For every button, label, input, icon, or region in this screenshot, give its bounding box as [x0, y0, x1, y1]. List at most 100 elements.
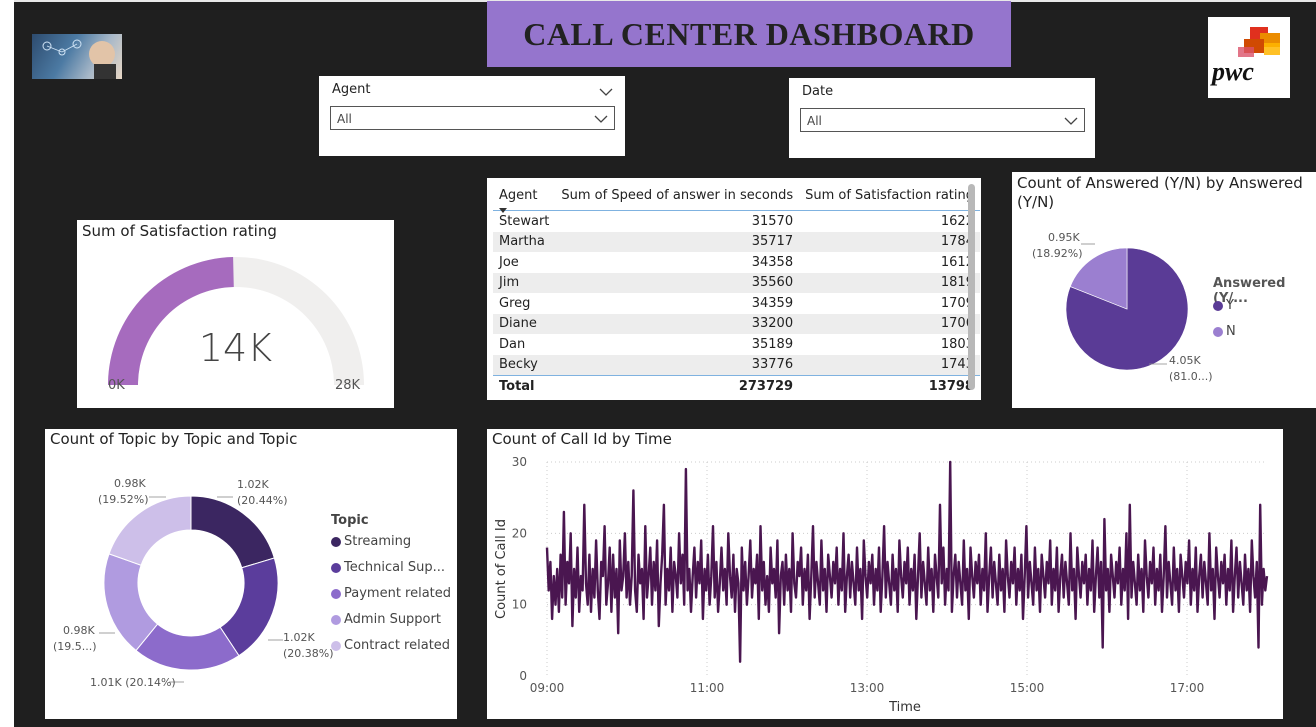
row-rating: 1706 [799, 313, 980, 334]
donut-label-5-value: 0.98K [114, 477, 146, 490]
date-dropdown-value: All [807, 114, 822, 128]
matrix-scrollbar[interactable] [968, 184, 975, 390]
legend-label-y: Y [1226, 298, 1234, 313]
row-agent: Dan [499, 336, 526, 352]
donut-label-4-pct: (19.5...) [53, 640, 97, 653]
donut-label-2-value: 1.02K [283, 631, 315, 644]
agent-dropdown-chevron-icon [594, 113, 608, 127]
dashboard-title: CALL CENTER DASHBOARD [523, 15, 975, 52]
calls-by-time-card[interactable]: Count of Call Id by Time 0 10 20 30 09:00 11… [487, 429, 1283, 719]
pie-y-pct-label: (81.0...) [1169, 370, 1213, 383]
donut-legend-item-contract-related[interactable]: Contract related [331, 638, 450, 653]
date-dropdown[interactable]: All [800, 108, 1085, 132]
x-tick-label: 09:00 [530, 681, 565, 695]
table-row: Becky 33776 1743 [493, 354, 980, 376]
legend-dot [331, 588, 341, 599]
agent-dropdown-value: All [337, 112, 352, 126]
x-tick-label: 11:00 [690, 681, 725, 695]
row-speed: 34358 [751, 254, 794, 270]
donut-label-3: 1.01K (20.14%) [90, 676, 176, 689]
row-rating: 1743 [799, 354, 980, 376]
gauge-min-label: 0K [108, 378, 125, 393]
line-x-axis-label: Time [888, 700, 921, 715]
legend-label: Contract related [344, 638, 451, 653]
x-tick-label: 15:00 [1010, 681, 1045, 695]
row-speed: 35560 [555, 272, 800, 293]
row-agent: Becky [493, 354, 556, 376]
donut-label-1-pct: (20.44%) [237, 494, 288, 507]
y-tick-label: 0 [519, 669, 527, 683]
legend-label-n: N [1226, 324, 1236, 339]
row-agent: Joe [499, 254, 519, 270]
legend-dot [331, 536, 341, 547]
call-center-thumbnail-image [32, 34, 122, 79]
matrix-header-agent[interactable]: Agent [493, 180, 555, 213]
row-agent: Jim [493, 272, 556, 293]
answered-pie-card[interactable]: Count of Answered (Y/N) by Answered (Y/N… [1012, 172, 1316, 408]
table-row: Stewart 31570 1622 [493, 211, 980, 232]
total-speed: 273729 [738, 378, 794, 394]
table-row: Greg 34359 1709 [493, 293, 980, 314]
row-agent: Greg [499, 295, 531, 311]
legend-label: Technical Sup... [344, 560, 445, 575]
matrix-header-rating[interactable]: Sum of Satisfaction rating [799, 180, 980, 211]
legend-dot [331, 562, 341, 573]
x-tick-label: 13:00 [850, 681, 885, 695]
agent-slicer-collapse-icon[interactable] [599, 82, 613, 101]
agent-slicer-label: Agent [332, 82, 371, 97]
thumbnail-art [42, 39, 116, 79]
legend-dot-y [1213, 300, 1223, 311]
row-agent: Diane [493, 313, 556, 334]
donut-legend-item-admin-support[interactable]: Admin Support [331, 612, 441, 627]
pwc-logo: pwc [1208, 17, 1290, 98]
sort-descending-icon[interactable] [499, 202, 507, 217]
table-row: Dan 35189 1803 [493, 334, 980, 355]
table-row: Diane 33200 1706 [493, 313, 980, 334]
topic-donut-card[interactable]: Count of Topic by Topic and Topic 1.02K … [45, 429, 457, 719]
donut-label-4-value: 0.98K [63, 624, 95, 637]
date-slicer-label: Date [802, 84, 834, 99]
donut-label-1-value: 1.02K [237, 478, 269, 491]
row-rating: 1784 [799, 231, 980, 252]
pie-legend-item-y[interactable]: Y [1213, 298, 1234, 313]
row-speed: 33200 [555, 313, 800, 334]
row-speed: 34359 [751, 295, 794, 311]
pie-n-pct-label: (18.92%) [1032, 247, 1083, 260]
pie-legend-item-n[interactable]: N [1213, 324, 1236, 339]
row-speed: 35189 [751, 336, 794, 352]
date-slicer: Date All [789, 78, 1095, 158]
pie-y-value-label: 4.05K [1169, 354, 1201, 367]
row-rating: 1709 [940, 295, 974, 311]
table-row: Joe 34358 1612 [493, 252, 980, 273]
table-total-row: Total 273729 13798 [493, 376, 980, 397]
row-agent: Martha [493, 231, 556, 252]
row-speed: 31570 [751, 213, 794, 229]
total-label: Total [499, 378, 535, 394]
row-rating: 1819 [799, 272, 980, 293]
line-chart-svg: 0 10 20 30 09:00 11:00 13:00 15:00 17:00 Time C… [494, 455, 1269, 715]
row-rating: 1622 [940, 213, 974, 229]
legend-dot [331, 614, 341, 625]
row-rating: 1612 [940, 254, 974, 270]
table-row: Jim 35560 1819 [493, 272, 980, 293]
legend-dot-n [1213, 326, 1223, 337]
agent-dropdown[interactable]: All [330, 106, 615, 130]
total-rating: 13798 [928, 378, 974, 394]
donut-legend-item-streaming[interactable]: Streaming [331, 534, 411, 549]
donut-legend-item-technical-support[interactable]: Technical Sup... [331, 560, 445, 575]
matrix-header-row: Agent Sum of Speed of answer in seconds … [493, 180, 980, 213]
donut-slice-contract-related[interactable] [108, 495, 192, 566]
table-row: Martha 35717 1784 [493, 231, 980, 252]
legend-label: Payment related [344, 586, 452, 601]
agent-slicer: Agent All [319, 76, 625, 156]
matrix-header-speed[interactable]: Sum of Speed of answer in seconds [555, 180, 799, 211]
agent-matrix-card[interactable]: Agent Sum of Speed of answer in seconds … [487, 178, 981, 400]
y-tick-label: 30 [512, 455, 527, 469]
dashboard-title-banner: CALL CENTER DASHBOARD [487, 1, 1011, 67]
satisfaction-gauge-card[interactable]: Sum of Satisfaction rating 14K 0K 28K [77, 220, 394, 408]
legend-dot [331, 640, 341, 651]
row-speed: 35717 [555, 231, 800, 252]
gauge-value-label: 14K [198, 326, 273, 370]
page-left-edge [0, 0, 14, 727]
donut-legend-item-payment-related[interactable]: Payment related [331, 586, 451, 601]
